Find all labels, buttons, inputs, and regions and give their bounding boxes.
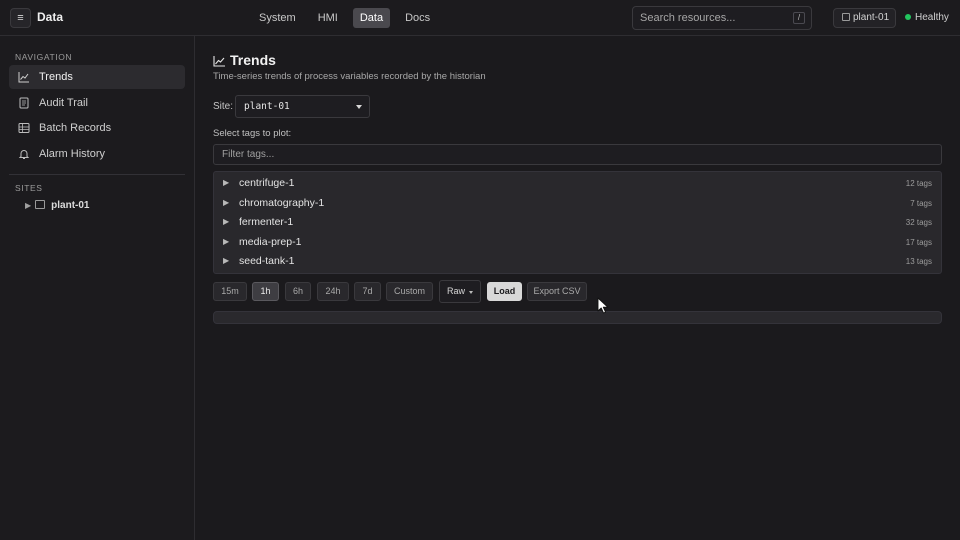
sidebar-item-label: Audit Trail: [39, 97, 88, 109]
range-6h-button[interactable]: 6h: [285, 282, 311, 301]
line-chart-icon: [18, 72, 29, 83]
sidebar-item-audit-trail[interactable]: Audit Trail: [9, 91, 185, 115]
line-chart-icon: [213, 56, 225, 67]
mode-select[interactable]: Raw: [439, 280, 481, 303]
grid-icon: [18, 123, 30, 133]
status-dot-icon: [905, 14, 911, 20]
tag-group-chromatography-1[interactable]: ▶ chromatography-1 7 tags: [214, 194, 941, 213]
tag-group-count: 13 tags: [905, 257, 932, 266]
tag-group-centrifuge-1[interactable]: ▶ centrifuge-1 12 tags: [214, 174, 941, 193]
tag-group-seed-tank-1[interactable]: ▶ seed-tank-1 13 tags: [214, 252, 941, 271]
top-bar: ≡ Data System HMI Data Docs Search resou…: [0, 0, 960, 36]
filter-tags-input[interactable]: Filter tags...: [213, 144, 942, 165]
hamburger-menu-button[interactable]: ≡: [10, 8, 31, 28]
site-label: Site:: [213, 101, 234, 112]
health-status: Healthy: [905, 12, 949, 23]
sidebar-sites-title: SITES: [15, 183, 43, 193]
site-chip-label: plant-01: [853, 12, 890, 23]
chevron-down-icon: [469, 291, 473, 294]
tag-group-name: centrifuge-1: [239, 177, 295, 189]
chevron-right-icon: ▶: [25, 201, 32, 210]
tag-group-name: fermenter-1: [239, 216, 294, 228]
site-select-value: plant-01: [244, 101, 290, 112]
tag-group-count: 32 tags: [905, 218, 932, 227]
document-icon: [19, 97, 29, 109]
search-placeholder: Search resources...: [640, 12, 736, 24]
hamburger-icon: ≡: [17, 12, 24, 24]
range-custom-button[interactable]: Custom: [386, 282, 433, 301]
sidebar-item-alarm-history[interactable]: Alarm History: [9, 142, 185, 166]
range-24h-button[interactable]: 24h: [317, 282, 349, 301]
tags-label: Select tags to plot:: [213, 128, 292, 139]
mode-select-value: Raw: [447, 286, 466, 296]
tag-group-name: media-prep-1: [239, 235, 302, 248]
mouse-cursor-icon: [597, 297, 609, 314]
tag-group-count: 7 tags: [910, 198, 932, 208]
sidebar-divider: [9, 174, 185, 175]
load-progress-bar: [213, 311, 942, 324]
range-15m-button[interactable]: 15m: [213, 282, 247, 301]
load-button[interactable]: Load: [487, 282, 522, 301]
sidebar-item-label: Batch Records: [39, 122, 112, 134]
search-shortcut-key: /: [793, 12, 805, 24]
tag-group-count: 12 tags: [905, 179, 932, 188]
main-nav: System HMI Data Docs: [252, 8, 445, 28]
tab-data[interactable]: Data: [352, 8, 391, 28]
building-icon: [35, 200, 46, 209]
site-select[interactable]: plant-01: [235, 95, 370, 118]
sidebar-item-batch-records[interactable]: Batch Records: [9, 116, 185, 140]
chevron-right-icon: ▶: [223, 197, 230, 207]
chevron-right-icon: ▶: [223, 236, 230, 246]
building-icon: [842, 13, 850, 21]
tag-group-fermenter-1[interactable]: ▶ fermenter-1 32 tags: [214, 213, 941, 232]
sidebar-item-label: Trends: [39, 71, 73, 83]
tab-hmi[interactable]: HMI: [311, 8, 345, 28]
chevron-right-icon: ▶: [223, 256, 230, 265]
chevron-right-icon: ▶: [223, 178, 230, 187]
site-tree-item-plant-01[interactable]: ▶ plant-01: [25, 200, 90, 211]
range-7d-button[interactable]: 7d: [354, 282, 381, 301]
tab-docs[interactable]: Docs: [398, 8, 437, 28]
export-csv-button[interactable]: Export CSV: [527, 282, 587, 301]
tag-group-name: seed-tank-1: [239, 255, 295, 267]
range-1h-button[interactable]: 1h: [252, 282, 279, 301]
page-subtitle: Time-series trends of process variables …: [213, 71, 486, 82]
sidebar-nav-title: NAVIGATION: [15, 52, 73, 62]
sidebar-item-label: Alarm History: [39, 148, 106, 160]
chevron-right-icon: ▶: [223, 217, 230, 226]
sidebar: NAVIGATION Trends Audit Trail Batch Reco…: [0, 36, 195, 540]
site-selector-button[interactable]: plant-01: [833, 8, 896, 28]
chevron-down-icon: [356, 105, 362, 109]
main-content: Trends Time-series trends of process var…: [196, 36, 960, 540]
tag-group-list: ▶ centrifuge-1 12 tags ▶ chromatography-…: [213, 171, 942, 274]
bell-icon: [18, 150, 30, 159]
app-title: Data: [37, 10, 64, 24]
tag-group-name: chromatography-1: [239, 196, 325, 209]
search-input[interactable]: Search resources... /: [632, 6, 812, 30]
tag-group-media-prep-1[interactable]: ▶ media-prep-1 17 tags: [214, 233, 941, 252]
tag-group-count: 17 tags: [905, 237, 932, 247]
site-tree-label: plant-01: [51, 200, 90, 211]
tab-system[interactable]: System: [252, 8, 303, 28]
sidebar-item-trends[interactable]: Trends: [9, 65, 185, 89]
health-status-label: Healthy: [915, 12, 949, 23]
page-title: Trends: [230, 52, 276, 68]
